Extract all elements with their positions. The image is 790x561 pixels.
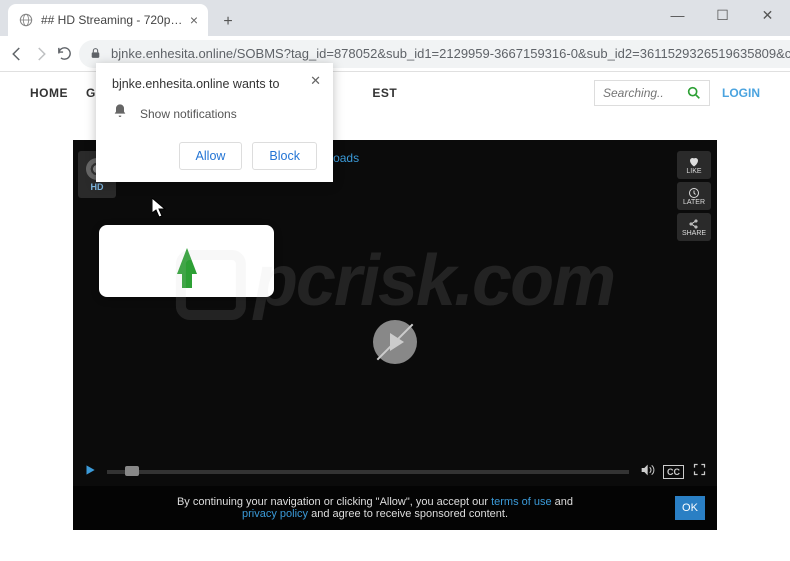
up-arrow-icon	[177, 248, 197, 274]
ok-button[interactable]: OK	[675, 496, 705, 520]
fullscreen-icon[interactable]	[692, 462, 707, 482]
later-button[interactable]: LATER	[677, 182, 711, 210]
back-button[interactable]	[8, 40, 26, 68]
arrow-hint-card	[99, 225, 274, 297]
nav-item[interactable]: EST	[372, 86, 397, 100]
minimize-button[interactable]: —	[655, 0, 700, 30]
seek-knob[interactable]	[125, 466, 139, 476]
maximize-button[interactable]: ☐	[700, 0, 745, 30]
allow-button[interactable]: Allow	[179, 142, 243, 170]
like-button[interactable]: LIKE	[677, 151, 711, 179]
volume-icon[interactable]	[639, 462, 655, 483]
bell-icon	[112, 103, 128, 124]
player-controls: CC	[73, 458, 717, 486]
tab-title: ## HD Streaming - 720p - Unlim	[41, 13, 183, 27]
search-button[interactable]	[683, 82, 705, 104]
consent-suffix: and agree to receive sponsored content.	[308, 508, 508, 520]
login-link[interactable]: LOGIN	[722, 86, 760, 100]
like-label: LIKE	[686, 168, 701, 175]
notification-close-icon[interactable]: ✕	[310, 73, 321, 89]
tab-close-icon[interactable]: ×	[190, 12, 198, 28]
share-button[interactable]: SHARE	[677, 213, 711, 241]
notification-title: bjnke.enhesita.online wants to	[112, 77, 317, 91]
forward-button[interactable]	[32, 40, 50, 68]
reload-button[interactable]	[56, 40, 73, 68]
nav-home[interactable]: HOME	[30, 86, 68, 100]
seek-bar[interactable]	[107, 470, 629, 474]
search-box	[594, 80, 710, 106]
video-player: HD HD Streaming - 720p - Unlimited Downl…	[73, 140, 717, 530]
hd-label: HD	[91, 182, 104, 192]
notification-body: Show notifications	[140, 107, 237, 121]
browser-tab[interactable]: ## HD Streaming - 720p - Unlim ×	[8, 4, 208, 36]
privacy-link[interactable]: privacy policy	[242, 508, 308, 520]
share-label: SHARE	[682, 230, 706, 237]
play-icon[interactable]	[83, 463, 97, 482]
consent-text: By continuing your navigation or clickin…	[177, 496, 491, 508]
globe-icon	[18, 12, 34, 28]
new-tab-button[interactable]: +	[214, 8, 242, 36]
consent-and: and	[552, 496, 573, 508]
url-text: bjnke.enhesita.online/SOBMS?tag_id=87805…	[111, 46, 790, 61]
consent-bar: By continuing your navigation or clickin…	[73, 486, 717, 530]
lock-icon	[89, 47, 103, 61]
search-input[interactable]	[603, 86, 683, 100]
later-label: LATER	[683, 199, 705, 206]
cc-button[interactable]: CC	[663, 465, 684, 479]
block-button[interactable]: Block	[252, 142, 317, 170]
play-button-disabled[interactable]	[373, 320, 417, 364]
close-window-button[interactable]: ✕	[745, 0, 790, 30]
terms-link[interactable]: terms of use	[491, 496, 552, 508]
notification-popup: ✕ bjnke.enhesita.online wants to Show no…	[96, 63, 333, 182]
